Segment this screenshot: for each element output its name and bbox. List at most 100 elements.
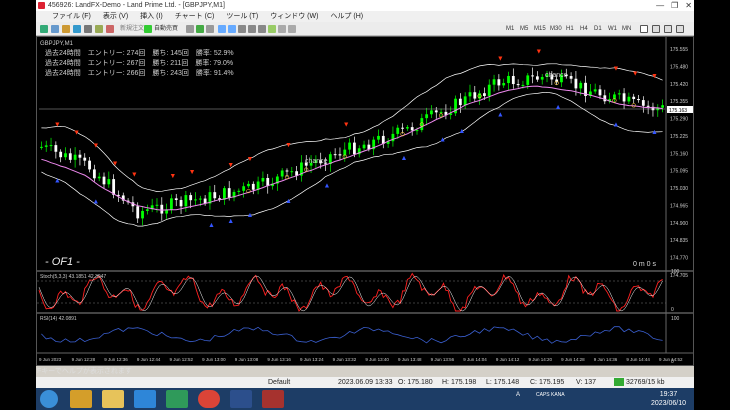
- tray-lang[interactable]: A: [516, 392, 520, 398]
- tf-d1[interactable]: D1: [594, 24, 602, 34]
- menu-tools[interactable]: ツール (T): [226, 11, 258, 22]
- candle-body: [617, 93, 621, 95]
- minimize-button[interactable]: —: [656, 0, 664, 11]
- clock-date: 2023/06/10: [650, 400, 686, 407]
- candle-body: [492, 79, 496, 85]
- chart-window[interactable]: ▼ ▲ ▼ ▼ ▲ ▼ ▼ ▼ ▼ ▲ ▼ ▲ ▼ ▲ ▼ ▲ ▲ ▼ ▲ ▲ ▲ ▼ ▲ ▼ ▲ ▼ ▲ ▼ ▼ ▲ 175.555 17…: [36, 36, 694, 366]
- candle-body: [78, 154, 82, 158]
- new-chart-icon[interactable]: [40, 25, 48, 33]
- candle-body: [396, 127, 400, 134]
- taskbar-excel-icon[interactable]: [166, 390, 188, 408]
- terminal-icon[interactable]: [95, 25, 103, 33]
- tf-mn[interactable]: MN: [622, 24, 631, 34]
- candle-body: [463, 96, 467, 106]
- status-traffic: 32769/15 kb: [626, 379, 665, 386]
- time-tick: 9 Jun 13:16: [267, 357, 291, 362]
- autotrade-icon[interactable]: [144, 25, 152, 33]
- candle-body: [83, 157, 87, 161]
- candle-body: [613, 94, 616, 100]
- candle-body: [179, 200, 183, 207]
- crosshair-icon[interactable]: [652, 25, 660, 33]
- chance-label-2: chance: [305, 158, 328, 165]
- time-tick: 9 Jun 12:36: [104, 357, 128, 362]
- buy-arrow-icon: ▲: [54, 177, 61, 184]
- tf-w1[interactable]: W1: [608, 24, 617, 34]
- profiles-icon[interactable]: [51, 25, 59, 33]
- candle-body: [473, 92, 477, 99]
- taskbar-recorder-icon[interactable]: [262, 390, 284, 408]
- vertical-line-icon[interactable]: [664, 25, 672, 33]
- line-chart-icon[interactable]: [206, 25, 214, 33]
- price-tick: 175.420: [670, 82, 688, 88]
- new-order-button[interactable]: 新規注文: [120, 24, 144, 34]
- candle-body: [102, 176, 106, 185]
- tray-ime[interactable]: CAPS KANA: [536, 392, 565, 398]
- tester-icon[interactable]: [106, 25, 114, 33]
- buy-arrow-icon: ▲: [497, 111, 504, 118]
- taskbar-mt4-icon[interactable]: [230, 390, 252, 408]
- zoom-in-icon[interactable]: [218, 25, 226, 33]
- taskbar-chrome-icon[interactable]: [198, 390, 220, 408]
- zoom-out-icon[interactable]: [228, 25, 236, 33]
- candle-body: [420, 118, 424, 131]
- tile-windows-icon[interactable]: [238, 25, 246, 33]
- candle-body: [603, 95, 607, 102]
- candlestick-icon[interactable]: [196, 25, 204, 33]
- status-message: Fキーでヘルプが表示されます: [37, 368, 132, 375]
- title-bar[interactable]: 456926: LandFX-Demo - Land Prime Ltd. - …: [36, 0, 694, 11]
- menu-insert[interactable]: 挿入 (I): [140, 11, 163, 22]
- menu-window[interactable]: ウィンドウ (W): [270, 11, 318, 22]
- candle-body: [141, 210, 144, 219]
- tf-m15[interactable]: M15: [534, 24, 546, 34]
- candle-body: [237, 190, 241, 192]
- horizontal-line-icon[interactable]: [676, 25, 684, 33]
- market-watch-icon[interactable]: [62, 25, 70, 33]
- tf-h4[interactable]: H4: [580, 24, 588, 34]
- taskbar-explorer-icon[interactable]: [102, 390, 124, 408]
- toolbar: 新規注文 自動売買 M1 M5 M15 M30 H1 H4 D1 W1 MN: [36, 22, 694, 36]
- candle-body: [535, 76, 539, 80]
- candle-body: [468, 92, 472, 97]
- tf-h1[interactable]: H1: [566, 24, 574, 34]
- candle-body: [184, 195, 188, 207]
- data-window-icon[interactable]: [73, 25, 81, 33]
- menu-chart[interactable]: チャート (C): [175, 11, 215, 22]
- tf-m5[interactable]: M5: [520, 24, 528, 34]
- autotrade-button[interactable]: 自動売買: [154, 24, 178, 34]
- indicators-icon[interactable]: [268, 25, 276, 33]
- candle-body: [194, 199, 197, 201]
- menu-file[interactable]: ファイル (F): [52, 11, 91, 22]
- menu-help[interactable]: ヘルプ (H): [330, 11, 363, 22]
- cursor-icon[interactable]: [640, 25, 648, 33]
- taskbar-clock[interactable]: 19:37 2023/06/10: [651, 390, 686, 408]
- taskbar-edge-icon[interactable]: [134, 390, 156, 408]
- tf-m1[interactable]: M1: [506, 24, 514, 34]
- restore-button[interactable]: ❐: [671, 0, 678, 11]
- candle-body: [213, 192, 217, 199]
- chart-canvas[interactable]: ▼ ▲ ▼ ▼ ▲ ▼ ▼ ▼ ▼ ▲ ▼ ▲ ▼ ▲ ▼ ▲ ▲ ▼ ▲ ▲ ▲ ▼ ▲ ▼ ▲ ▼ ▲ ▼ ▼ ▲ 175.555 17…: [37, 37, 693, 365]
- tf-m30[interactable]: M30: [550, 24, 562, 34]
- candle-body: [458, 98, 462, 106]
- start-button[interactable]: [40, 390, 58, 408]
- symbol-label: GBPJPY,M1: [40, 41, 74, 47]
- periods-icon[interactable]: [278, 25, 286, 33]
- sell-arrow-icon: ▼: [92, 143, 99, 150]
- candle-body: [593, 89, 597, 92]
- bar-chart-icon[interactable]: [186, 25, 194, 33]
- chart-shift-icon[interactable]: [258, 25, 266, 33]
- right-letterbox: [694, 0, 730, 410]
- candle-body: [483, 93, 486, 96]
- close-button[interactable]: ✕: [685, 0, 692, 11]
- candle-body: [516, 84, 520, 86]
- menu-view[interactable]: 表示 (V): [103, 11, 128, 22]
- candle-body: [348, 142, 351, 150]
- buy-arrow-icon: ▲: [324, 183, 331, 190]
- taskbar-media-icon[interactable]: [70, 390, 92, 408]
- navigator-icon[interactable]: [84, 25, 92, 33]
- auto-scroll-icon[interactable]: [248, 25, 256, 33]
- stats-line-1: 過去24時間 エントリー: 274回 勝ち: 145回 勝率: 52.9%: [45, 48, 234, 57]
- candle-body: [511, 75, 515, 85]
- candle-body: [136, 206, 140, 219]
- time-tick: 9 Jun 12:52: [170, 357, 194, 362]
- templates-icon[interactable]: [288, 25, 296, 33]
